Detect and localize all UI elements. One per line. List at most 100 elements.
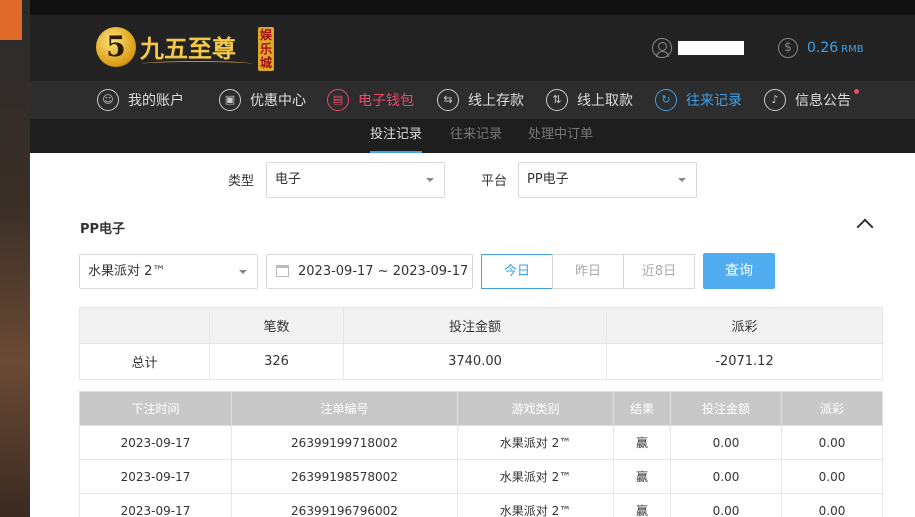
table-cell: 0.00 — [781, 425, 883, 460]
records-header: 下注时间 — [79, 391, 232, 426]
balance-display: 0.26 RMB — [807, 40, 864, 56]
table-cell: 26399198578002 — [231, 459, 458, 494]
user-circle-icon: ☺ — [97, 89, 119, 111]
tab-pending-orders[interactable]: 处理中订单 — [528, 119, 593, 153]
date-range-input[interactable]: 2023-09-17 ~ 2023-09-17 — [266, 254, 473, 289]
range-yesterday-button[interactable]: 昨日 — [552, 254, 624, 289]
table-cell: 赢 — [613, 425, 671, 460]
nav-label: 电子钱包 — [358, 93, 414, 109]
chevron-down-icon — [678, 178, 686, 182]
table-row: 2023-09-17 26399196796002 水果派对 2™ 赢 0.00… — [79, 493, 883, 517]
logo-seal: 娱乐城 — [258, 27, 274, 71]
masked-username — [678, 41, 744, 55]
table-cell: 水果派对 2™ — [457, 493, 614, 517]
summary-cell: 3740.00 — [343, 343, 607, 380]
tab-bet-records[interactable]: 投注记录 — [370, 119, 423, 153]
nav-my-account[interactable]: ☺ 我的账户 — [97, 81, 184, 119]
nav-deposit[interactable]: ⇆ 线上存款 — [437, 81, 524, 119]
table-cell: 26399196796002 — [231, 493, 458, 517]
sub-nav: 投注记录 往来记录 处理中订单 — [30, 119, 915, 153]
records-header-row: 下注时间 注单编号 游戏类别 结果 投注金额 派彩 — [79, 391, 883, 426]
platform-select-value: PP电子 — [527, 172, 569, 187]
content-panel: 类型 电子 平台 PP电子 PP电子 水果派对 2™ 2023-09-17 ~ … — [30, 153, 915, 517]
nav-label: 往来记录 — [686, 93, 742, 109]
game-select-value: 水果派对 2™ — [88, 264, 166, 279]
chevron-down-icon — [426, 178, 434, 182]
summary-header-row: 笔数 投注金额 派彩 — [79, 307, 883, 344]
nav-promotions[interactable]: ▣ 优惠中心 — [219, 81, 306, 119]
notification-dot — [854, 89, 859, 94]
user-area: $ 0.26 RMB — [652, 37, 864, 59]
nav-e-wallet[interactable]: ▤ 电子钱包 — [327, 81, 414, 119]
site-header: 5 九五至尊 娱乐城 $ 0.26 RMB — [30, 15, 915, 81]
records-header: 游戏类别 — [457, 391, 614, 426]
table-cell: 2023-09-17 — [79, 493, 232, 517]
table-cell: 赢 — [613, 459, 671, 494]
records-header: 派彩 — [781, 391, 883, 426]
table-cell: 0.00 — [781, 493, 883, 517]
table-cell: 0.00 — [670, 459, 782, 494]
records-icon: ↻ — [655, 89, 677, 111]
summary-payout-cell: -2071.12 — [606, 343, 883, 380]
balance-unit: RMB — [841, 44, 864, 55]
platform-select[interactable]: PP电子 — [518, 162, 697, 198]
table-cell: 0.00 — [781, 459, 883, 494]
nav-label: 我的账户 — [128, 93, 184, 109]
nav-label: 优惠中心 — [250, 93, 306, 109]
wallet-icon: ▤ — [327, 89, 349, 111]
summary-row: 总计 326 3740.00 -2071.12 — [79, 343, 883, 380]
type-select-value: 电子 — [275, 172, 302, 187]
calendar-icon — [276, 265, 289, 277]
tab-transactions[interactable]: 往来记录 — [450, 119, 502, 153]
user-icon[interactable] — [652, 38, 672, 58]
logo-text: 九五至尊 — [140, 34, 236, 63]
records-header: 结果 — [613, 391, 671, 426]
table-cell: 水果派对 2™ — [457, 425, 614, 460]
chevron-up-icon[interactable] — [856, 218, 874, 236]
deposit-icon: ⇆ — [437, 89, 459, 111]
table-row: 2023-09-17 26399199718002 水果派对 2™ 赢 0.00… — [79, 425, 883, 460]
date-range-value: 2023-09-17 ~ 2023-09-17 — [298, 264, 469, 279]
summary-header — [79, 307, 210, 344]
section-title: PP电子 — [80, 222, 126, 237]
bell-icon: ♪ — [764, 89, 786, 111]
table-cell: 2023-09-17 — [79, 425, 232, 460]
nav-withdraw[interactable]: ⇅ 线上取款 — [546, 81, 633, 119]
nav-announcements[interactable]: ♪ 信息公告 — [764, 81, 859, 119]
type-select[interactable]: 电子 — [266, 162, 445, 198]
table-row: 2023-09-17 26399198578002 水果派对 2™ 赢 0.00… — [79, 459, 883, 494]
table-cell: 0.00 — [670, 425, 782, 460]
nav-label: 线上存款 — [468, 93, 524, 109]
table-cell: 0.00 — [670, 493, 782, 517]
money-icon: $ — [778, 38, 798, 58]
decorative-block — [0, 0, 22, 40]
top-bar — [30, 0, 915, 15]
records-header: 投注金额 — [670, 391, 782, 426]
nav-label: 信息公告 — [795, 93, 851, 109]
range-today-button[interactable]: 今日 — [481, 254, 553, 289]
records-table: 下注时间 注单编号 游戏类别 结果 投注金额 派彩 2023-09-17 263… — [79, 391, 883, 517]
background-strip — [0, 0, 30, 517]
site-logo[interactable]: 5 九五至尊 娱乐城 — [96, 23, 276, 73]
nav-label: 线上取款 — [577, 93, 633, 109]
summary-header: 投注金额 — [343, 307, 607, 344]
query-button[interactable]: 查询 — [703, 253, 775, 289]
platform-label: 平台 — [481, 174, 508, 189]
table-cell: 水果派对 2™ — [457, 459, 614, 494]
table-cell: 赢 — [613, 493, 671, 517]
balance-value: 0.26 — [807, 40, 839, 56]
nav-records[interactable]: ↻ 往来记录 — [655, 81, 742, 119]
main-nav: ☺ 我的账户 ▣ 优惠中心 ▤ 电子钱包 ⇆ 线上存款 ⇅ 线上取款 ↻ 往来记录 ♪ 信息公… — [30, 81, 915, 119]
logo-badge-icon: 5 — [96, 27, 136, 67]
summary-cell: 326 — [209, 343, 344, 380]
summary-cell: 总计 — [79, 343, 210, 380]
game-select[interactable]: 水果派对 2™ — [79, 254, 258, 289]
summary-header: 笔数 — [209, 307, 344, 344]
withdraw-icon: ⇅ — [546, 89, 568, 111]
logo-ornament — [142, 61, 252, 67]
range-8days-button[interactable]: 近8日 — [623, 254, 695, 289]
gift-icon: ▣ — [219, 89, 241, 111]
summary-table: 笔数 投注金额 派彩 总计 326 3740.00 -2071.12 — [79, 307, 883, 380]
type-label: 类型 — [228, 174, 255, 189]
table-cell: 2023-09-17 — [79, 459, 232, 494]
